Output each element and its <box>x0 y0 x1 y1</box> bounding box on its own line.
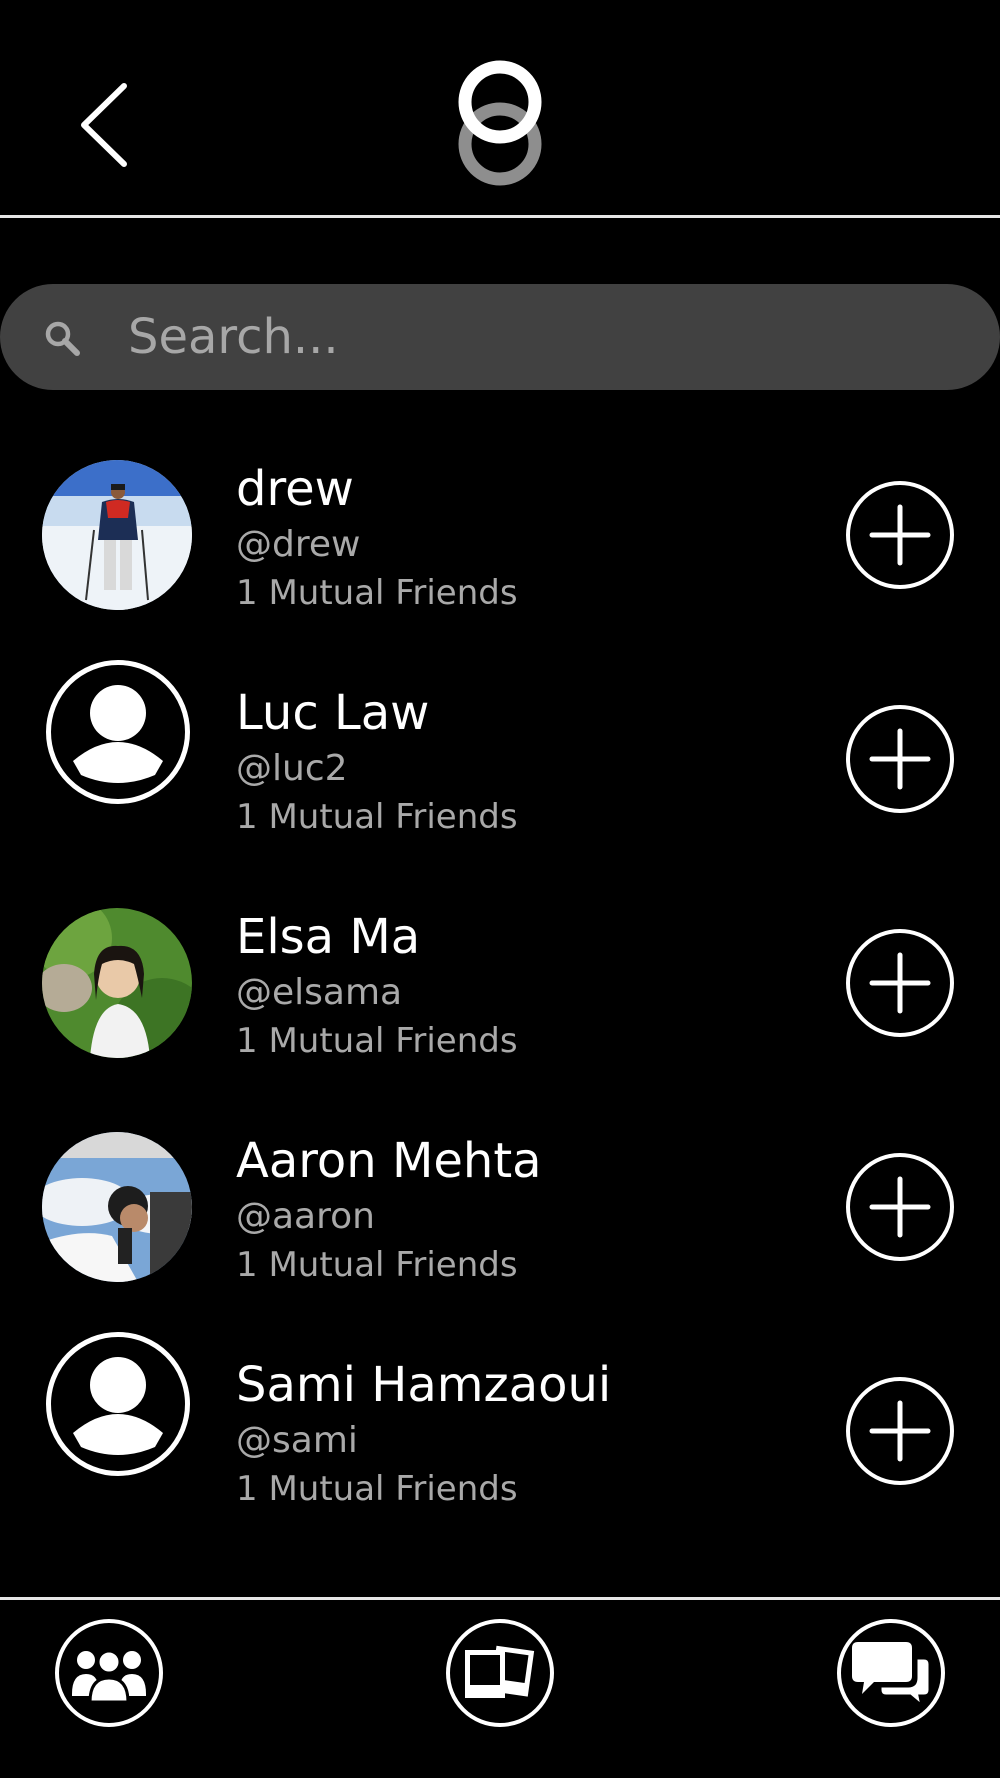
list-item[interactable]: drew @drew 1 Mutual Friends <box>0 440 1000 640</box>
user-name: Sami Hamzaoui <box>236 1357 612 1413</box>
user-handle: @aaron <box>236 1196 375 1237</box>
mutual-friends-count: 1 Mutual Friends <box>236 573 518 613</box>
default-avatar-icon[interactable] <box>46 660 190 804</box>
list-item[interactable]: Luc Law @luc2 1 Mutual Friends <box>0 660 1000 864</box>
chat-icon[interactable] <box>836 1618 946 1728</box>
user-handle: @sami <box>236 1420 358 1461</box>
avatar[interactable] <box>42 1132 192 1282</box>
mutual-friends-count: 1 Mutual Friends <box>236 1021 518 1061</box>
user-name: Luc Law <box>236 685 430 741</box>
back-chevron-icon[interactable] <box>72 80 142 170</box>
user-name: Aaron Mehta <box>236 1133 542 1189</box>
user-name: drew <box>236 461 354 517</box>
mutual-friends-count: 1 Mutual Friends <box>236 1245 518 1285</box>
app-logo-icon <box>458 60 542 186</box>
search-input[interactable] <box>128 284 948 390</box>
add-friend-button[interactable] <box>845 480 955 590</box>
avatar[interactable] <box>42 460 192 610</box>
list-item[interactable]: Elsa Ma @elsama 1 Mutual Friends <box>0 888 1000 1088</box>
header-divider <box>0 215 1000 218</box>
user-handle: @drew <box>236 524 361 565</box>
mutual-friends-count: 1 Mutual Friends <box>236 1469 518 1509</box>
list-item[interactable]: Aaron Mehta @aaron 1 Mutual Friends <box>0 1112 1000 1312</box>
add-friend-button[interactable] <box>845 928 955 1038</box>
add-friend-button[interactable] <box>845 1152 955 1262</box>
user-handle: @luc2 <box>236 748 348 789</box>
header <box>0 0 1000 216</box>
avatar[interactable] <box>42 908 192 1058</box>
add-friend-button[interactable] <box>845 704 955 814</box>
user-handle: @elsama <box>236 972 403 1013</box>
photos-icon[interactable] <box>445 1618 555 1728</box>
friends-icon[interactable] <box>54 1618 164 1728</box>
mutual-friends-count: 1 Mutual Friends <box>236 797 518 837</box>
default-avatar-icon[interactable] <box>46 1332 190 1476</box>
user-name: Elsa Ma <box>236 909 421 965</box>
list-item[interactable]: Sami Hamzaoui @sami 1 Mutual Friends <box>0 1332 1000 1536</box>
search-icon <box>45 321 80 356</box>
search-bar[interactable] <box>0 284 1000 390</box>
footer-divider <box>0 1597 1000 1600</box>
add-friend-button[interactable] <box>845 1376 955 1486</box>
